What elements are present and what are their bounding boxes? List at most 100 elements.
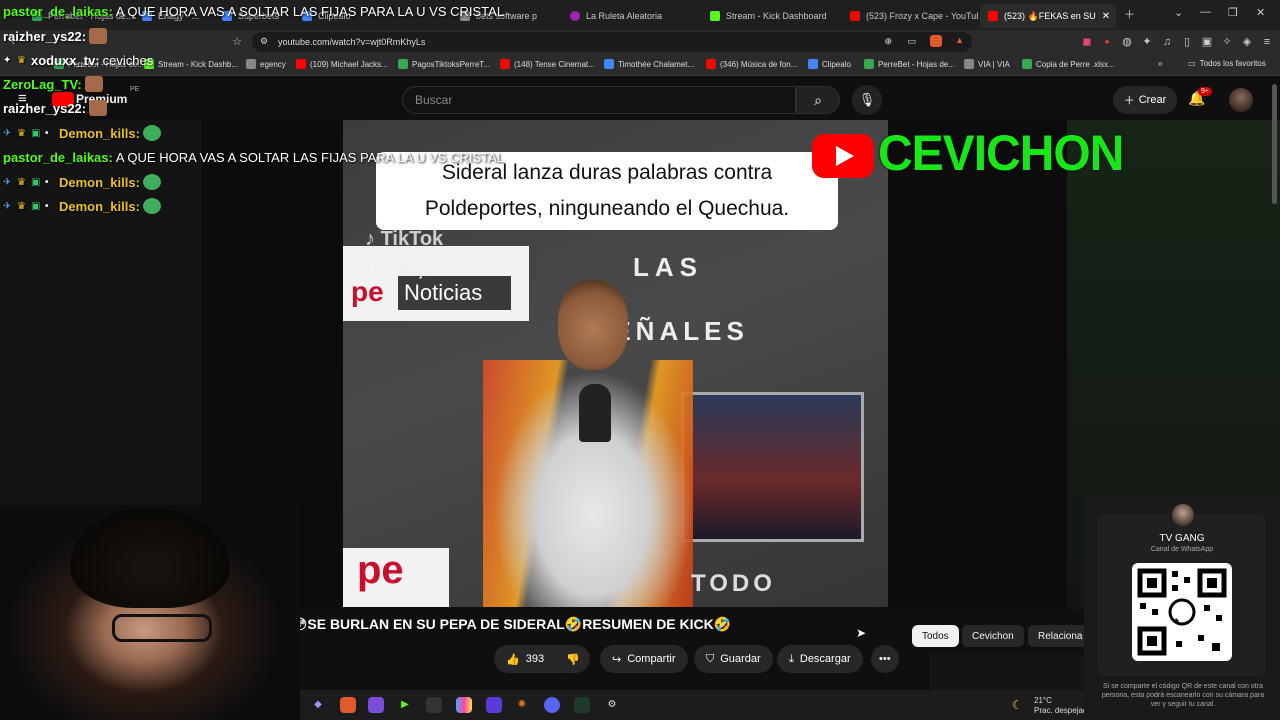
youtube-icon	[850, 11, 860, 21]
tiktok-username: @fijadefija	[357, 262, 432, 279]
bookmark-item[interactable]: (109) Michael Jacks...	[296, 59, 388, 69]
bookmark-icon[interactable]: ☆	[230, 35, 244, 49]
brave-shield-icon[interactable]	[930, 35, 942, 47]
save-button[interactable]: ⛉ Guardar	[694, 645, 773, 673]
more-actions-button[interactable]: •••	[871, 645, 899, 673]
address-bar[interactable]: ⚙ youtube.com/watch?v=wjt0RmKhyLs ⊕ ▭ ▲	[252, 32, 972, 52]
new-tab-icon[interactable]: ＋	[1124, 6, 1135, 22]
crown-icon: ♛	[17, 127, 26, 139]
settings-gear-icon[interactable]: ⚙	[604, 697, 620, 713]
sheets-icon	[398, 59, 408, 69]
whatsapp-channel-subtitle: Canal de WhatsApp	[1150, 546, 1214, 553]
extension-icon[interactable]: ◼	[1080, 35, 1094, 49]
youtube-icon	[500, 59, 510, 69]
leo-icon[interactable]: ✧	[1220, 35, 1234, 49]
bookmark-item[interactable]: Clipealo	[808, 59, 851, 69]
discord-icon[interactable]	[544, 697, 560, 713]
extension-icon[interactable]: ◍	[1120, 35, 1134, 49]
account-avatar[interactable]	[1229, 88, 1253, 112]
caption-line: Poldeportes, ninguneando el Quechua.	[424, 197, 790, 220]
menu-icon[interactable]: ≡	[1260, 35, 1274, 49]
share-button[interactable]: ↪ Compartir	[600, 645, 688, 673]
bookmark-item[interactable]: egency	[246, 59, 286, 69]
search-input[interactable]: Buscar	[402, 86, 796, 114]
terminal-icon[interactable]	[574, 697, 590, 713]
chat-message: ✈ ♛ ▣ • Demon_kills:	[3, 174, 161, 190]
youtube-play-logo-icon	[812, 134, 874, 178]
suggested-video-thumbnail[interactable]	[930, 654, 1084, 690]
sword-icon: ✈	[3, 127, 12, 139]
shield-app-icon[interactable]	[486, 697, 502, 713]
bookmark-item[interactable]: (148) Tense Cinemat...	[500, 59, 595, 69]
tab-search-icon[interactable]: ⌄	[1174, 6, 1183, 19]
bookmark-item[interactable]: PagosTiktoksPerreT...	[398, 59, 490, 69]
chat-message: ZeroLag_TV:	[3, 76, 103, 92]
bookmark-item[interactable]: (346) Música de fon...	[706, 59, 797, 69]
tiktok-watermark: ♪ TikTok	[365, 228, 444, 250]
sword-icon: ✈	[3, 200, 12, 212]
close-tab-icon[interactable]: ✕	[1102, 11, 1110, 22]
grid-app-icon[interactable]	[368, 697, 384, 713]
site-info-icon[interactable]: ⚙	[260, 36, 268, 47]
chat-message: pastor_de_laikas: A QUE HORA VAS A SOLTAR…	[3, 150, 505, 165]
browser-tab[interactable]: (523) Frozy x Cape - YouTube	[842, 4, 978, 28]
video-player[interactable]: pe Noticias LAS SEÑALES pe TODO Sideral …	[343, 120, 888, 607]
off-extension-icon[interactable]: ●	[1100, 35, 1114, 49]
browser-tab[interactable]: Stream - Kick Dashboard	[702, 4, 840, 28]
browser-tab-active[interactable]: (523) 🔥FEKAS en SU ✕	[980, 4, 1116, 28]
download-icon: ⤓	[789, 652, 794, 665]
bookmark-item[interactable]: PerreBet - Hojas de...	[864, 59, 955, 69]
whatsapp-qr-footer: Si se comparte el código QR de este cana…	[1101, 683, 1265, 708]
bookmark-item[interactable]: Timothée Chalamet...	[604, 59, 694, 69]
minimize-icon[interactable]: —	[1200, 6, 1211, 18]
download-button[interactable]: ⤓ Descargar	[777, 645, 863, 673]
bookmark-item[interactable]: VIA | VIA	[964, 59, 1010, 69]
restore-icon[interactable]: ❐	[1228, 6, 1238, 19]
pepe-emote-icon	[142, 198, 161, 214]
zoom-icon[interactable]: ⊕	[884, 36, 892, 47]
youtube-header: ≡ Premium PE Buscar ⌕ 🎙 ＋ Crear 🔔 9+	[0, 76, 1280, 120]
chip-todos[interactable]: Todos	[912, 625, 959, 647]
chip-relacionados[interactable]: Relaciona	[1028, 625, 1093, 647]
chip-cevichon[interactable]: Cevichon	[962, 625, 1024, 647]
puzzle-icon[interactable]: ✦	[1140, 35, 1154, 49]
close-window-icon[interactable]: ✕	[1256, 6, 1265, 19]
address-toolbar: ‹ ☆ ⚙ youtube.com/watch?v=wjt0RmKhyLs ⊕ …	[0, 30, 1280, 54]
brave-rewards-icon[interactable]: ▲	[955, 35, 964, 45]
play-app-icon[interactable]: ▶	[397, 697, 413, 713]
obs-icon[interactable]	[426, 697, 442, 713]
page-icon	[246, 59, 256, 69]
voice-search-button[interactable]: 🎙	[852, 85, 882, 115]
bookmark-item[interactable]: Stream - Kick Dashb...	[144, 59, 238, 69]
badge-icon: ✦	[3, 55, 12, 66]
sidebar-icon[interactable]: ▯	[1180, 35, 1194, 49]
video-letterbox-right	[888, 120, 1067, 610]
badge-icon: •	[45, 176, 49, 188]
music-icon[interactable]: ♫	[1160, 35, 1174, 49]
crown-icon: ♛	[17, 55, 26, 66]
app-icon[interactable]: ◆	[310, 697, 326, 713]
pepe-emote-icon	[142, 174, 161, 190]
background-sign-las: LAS	[633, 252, 703, 282]
youtube-icon	[706, 59, 716, 69]
more-bookmarks-icon[interactable]: »	[1158, 59, 1162, 68]
bookmark-item[interactable]: Copia de Perre .xlsx...	[1022, 59, 1115, 69]
page-scrollbar[interactable]	[1272, 84, 1277, 204]
create-button[interactable]: ＋ Crear	[1113, 86, 1177, 114]
pepe-emote-icon	[142, 125, 161, 141]
browser-tab[interactable]: La Ruleta Aleatoria	[562, 4, 698, 28]
brave-icon[interactable]	[340, 697, 356, 713]
spark-app-icon[interactable]: ✺	[514, 697, 530, 713]
search-button[interactable]: ⌕	[796, 86, 840, 114]
emote-icon	[89, 100, 108, 116]
badge-icon: •	[45, 127, 49, 139]
vpn-icon[interactable]: ◈	[1240, 35, 1254, 49]
share-icon: ↪	[612, 653, 622, 666]
crown-icon: ♛	[17, 176, 26, 188]
all-bookmarks[interactable]: ▭ Todos los favoritos	[1188, 59, 1266, 68]
dislike-button[interactable]: 👎	[556, 645, 590, 673]
wallet-icon[interactable]: ▣	[1200, 35, 1214, 49]
cast-icon[interactable]: ▭	[907, 36, 916, 47]
photos-icon[interactable]	[456, 697, 472, 713]
chat-message: ✈ ♛ ▣ • Demon_kills:	[3, 198, 161, 214]
